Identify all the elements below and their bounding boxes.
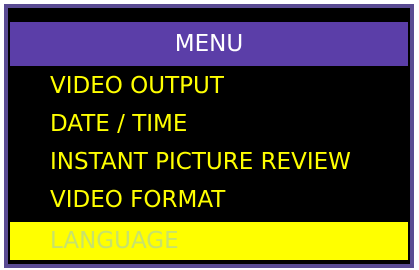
menu-item-video-output[interactable]: VIDEO OUTPUT — [10, 67, 408, 105]
menu-title: MENU — [10, 22, 408, 66]
menu-item-video-format[interactable]: VIDEO FORMAT — [10, 181, 408, 219]
menu-item-instant-picture-review[interactable]: INSTANT PICTURE REVIEW — [10, 143, 408, 181]
menu-item-date-time[interactable]: DATE / TIME — [10, 105, 408, 143]
menu-item-language[interactable]: LANGUAGE — [10, 222, 408, 260]
